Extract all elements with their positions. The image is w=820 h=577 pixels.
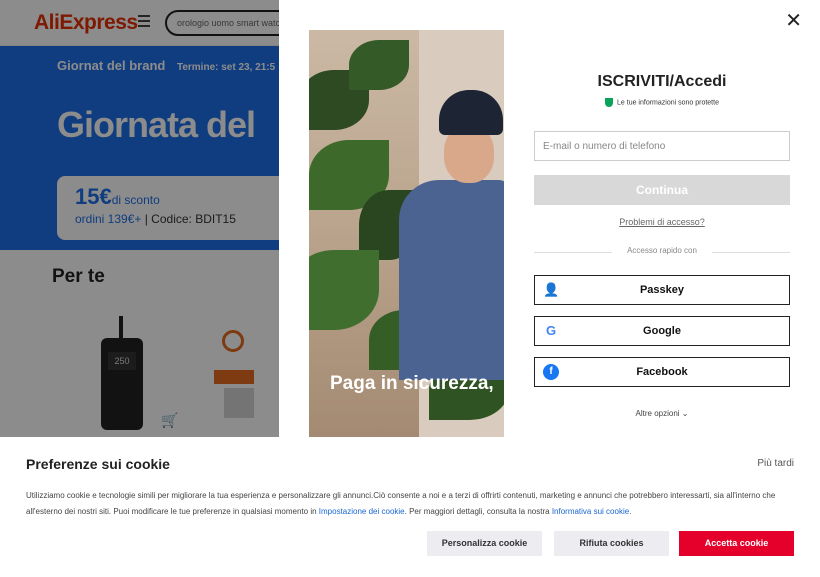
customize-cookies-button[interactable]: Personalizza cookie — [427, 531, 542, 556]
cookie-banner: Preferenze sui cookie Più tardi Utilizzi… — [0, 437, 820, 577]
cookie-text-part: . Per maggiori dettagli, consulta la nos… — [404, 507, 552, 516]
cookie-text: Utilizziamo cookie e tecnologie simili p… — [26, 488, 796, 520]
cookie-policy-link[interactable]: Informativa sui cookie — [552, 507, 629, 516]
google-label: Google — [643, 325, 681, 337]
accept-cookies-button[interactable]: Accetta cookie — [679, 531, 794, 556]
facebook-button[interactable]: f Facebook — [534, 357, 790, 387]
login-modal: ✕ Paga in sicurezza, ISCRIVITI/Accedi Le… — [279, 0, 820, 437]
passkey-button[interactable]: 👤 Passkey — [534, 275, 790, 305]
secure-text: Le tue informazioni sono protette — [617, 99, 719, 107]
photo-caption: Paga in sicurezza, — [330, 373, 494, 394]
access-problems-link[interactable]: Problemi di accesso? — [534, 217, 790, 227]
google-icon: G — [545, 323, 557, 338]
secure-note: Le tue informazioni sono protette — [534, 98, 790, 107]
facebook-label: Facebook — [636, 366, 688, 378]
promo-photo: Paga in sicurezza, — [309, 30, 504, 437]
cookie-settings-link[interactable]: Impostazione dei cookie — [319, 507, 405, 516]
close-icon[interactable]: ✕ — [785, 8, 802, 33]
more-options-link[interactable]: Altre opzioni ⌄ — [534, 409, 790, 418]
cookie-text-part: . — [629, 507, 632, 516]
shield-icon — [605, 98, 614, 107]
continue-button[interactable]: Continua — [534, 175, 790, 205]
reject-cookies-button[interactable]: Rifiuta cookies — [554, 531, 669, 556]
email-field[interactable]: E-mail o numero di telefono — [534, 131, 790, 161]
modal-title: ISCRIVITI/Accedi — [597, 73, 727, 90]
cookie-title: Preferenze sui cookie — [26, 456, 170, 472]
passkey-label: Passkey — [639, 284, 685, 296]
chevron-down-icon: ⌄ — [681, 409, 689, 418]
later-link[interactable]: Più tardi — [757, 458, 794, 469]
passkey-icon: 👤 — [543, 282, 560, 297]
quick-access-divider: Accesso rapido con — [534, 246, 790, 255]
google-button[interactable]: G Google — [534, 316, 790, 346]
facebook-icon: f — [543, 364, 559, 380]
more-options-label: Altre opzioni — [635, 409, 680, 418]
